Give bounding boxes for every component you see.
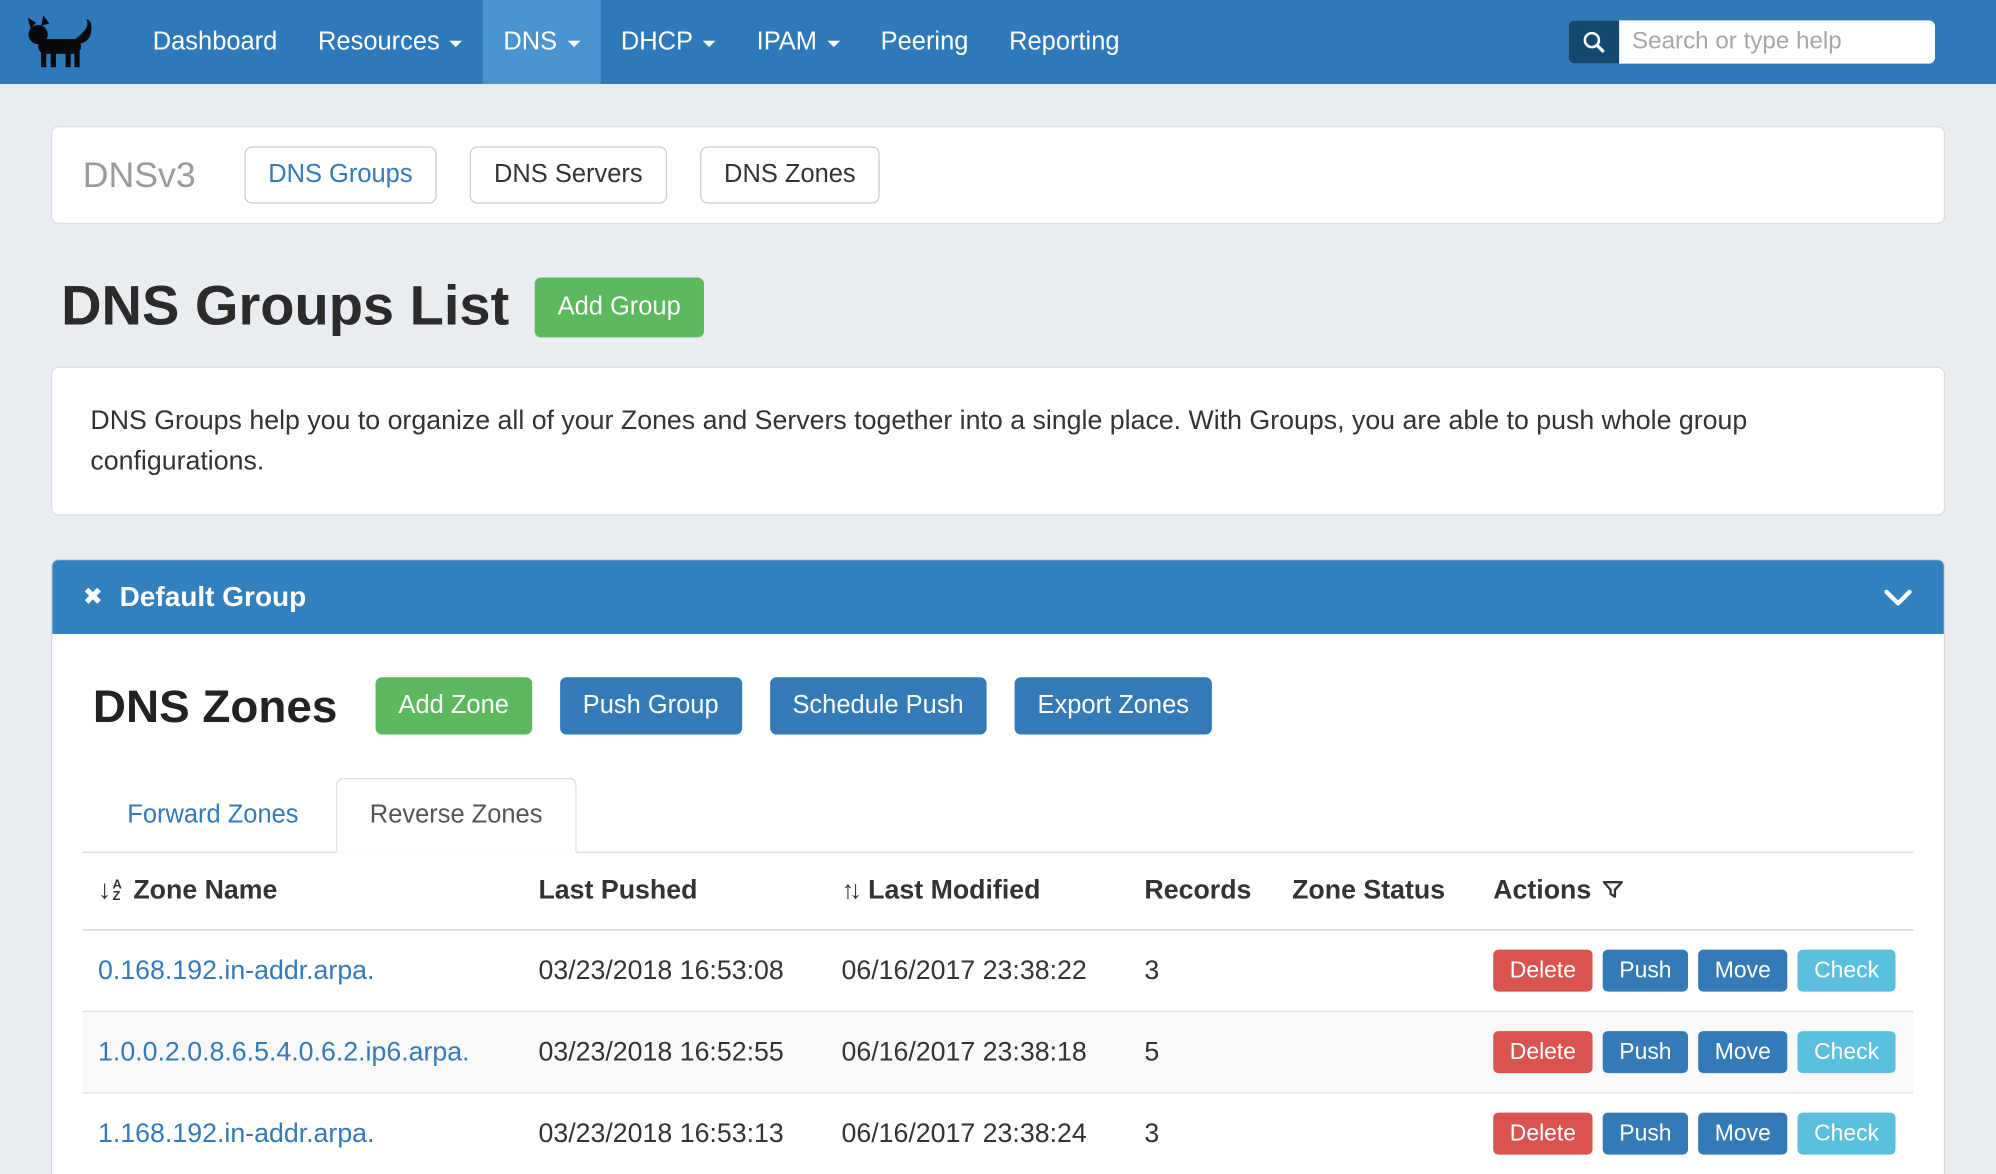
- cell-actions: Delete PushMove Check: [1483, 930, 1913, 1011]
- check-button[interactable]: Check: [1798, 1113, 1896, 1155]
- cell-last-pushed: 03/23/2018 16:53:08: [528, 930, 831, 1011]
- cell-zone-status: [1282, 1011, 1483, 1092]
- app: DashboardResourcesDNSDHCPIPAMPeeringRepo…: [0, 0, 1996, 1174]
- group-body: DNS Zones Add Zone Push Group Schedule Pus…: [52, 677, 1944, 1173]
- cell-zone-status: [1282, 930, 1483, 1011]
- push-button[interactable]: Push: [1603, 1113, 1688, 1155]
- col-records: Records: [1134, 853, 1282, 930]
- tab-forward-zones[interactable]: Forward Zones: [93, 778, 333, 853]
- zones-heading: DNS Zones: [93, 679, 337, 732]
- caret-down-icon: [450, 40, 463, 46]
- table-row: 1.168.192.in-addr.arpa. 03/23/2018 16:53…: [83, 1093, 1914, 1174]
- zone-link[interactable]: 1.168.192.in-addr.arpa.: [98, 1118, 374, 1147]
- caret-down-icon: [703, 40, 716, 46]
- caret-down-icon: [567, 40, 580, 46]
- subnav-button-dns-groups[interactable]: DNS Groups: [244, 146, 437, 203]
- top-navbar: DashboardResourcesDNSDHCPIPAMPeeringRepo…: [0, 0, 1996, 84]
- zones-heading-row: DNS Zones Add Zone Push Group Schedule Pus…: [83, 677, 1914, 734]
- chevron-down-icon[interactable]: [1883, 587, 1914, 606]
- move-button[interactable]: Move: [1698, 1113, 1787, 1155]
- tab-reverse-zones[interactable]: Reverse Zones: [335, 778, 576, 853]
- move-button[interactable]: Move: [1698, 950, 1787, 992]
- col-last-pushed: Last Pushed: [528, 853, 831, 930]
- move-button[interactable]: Move: [1698, 1031, 1787, 1073]
- group-header: ✖ Default Group: [52, 560, 1944, 634]
- cell-actions: Delete PushMove Check: [1483, 1011, 1913, 1092]
- cell-records: 3: [1134, 930, 1282, 1011]
- push-button[interactable]: Push: [1603, 1031, 1688, 1073]
- close-icon[interactable]: ✖: [83, 585, 103, 609]
- subnav-button-dns-servers[interactable]: DNS Servers: [470, 146, 667, 203]
- check-button[interactable]: Check: [1798, 950, 1896, 992]
- group-title: Default Group: [120, 580, 307, 613]
- delete-button[interactable]: Delete: [1493, 1113, 1592, 1155]
- zone-link[interactable]: 1.0.0.2.0.8.6.5.4.0.6.2.ip6.arpa.: [98, 1037, 470, 1066]
- caret-down-icon: [827, 40, 840, 46]
- nav-item-dashboard[interactable]: Dashboard: [132, 0, 297, 84]
- zone-action-buttons: Add Zone Push Group Schedule Push Export Zo…: [376, 677, 1212, 734]
- description-text: DNS Groups help you to organize all of y…: [90, 401, 1905, 481]
- sort-alpha-icon[interactable]: ↓AZ: [98, 876, 122, 907]
- col-last-modified[interactable]: ↑↓Last Modified: [831, 853, 1134, 930]
- zones-table: ↓AZZone Name Last Pushed ↑↓Last Modified…: [83, 853, 1914, 1174]
- nav-item-ipam[interactable]: IPAM: [736, 0, 860, 84]
- delete-button[interactable]: Delete: [1493, 1031, 1592, 1073]
- push-button[interactable]: Push: [1603, 950, 1688, 992]
- nav-item-reporting[interactable]: Reporting: [989, 0, 1140, 84]
- cell-records: 3: [1134, 1093, 1282, 1174]
- cat-logo-icon: [20, 11, 101, 72]
- cell-last-pushed: 03/23/2018 16:53:13: [528, 1093, 831, 1174]
- col-zone-status: Zone Status: [1282, 853, 1483, 930]
- page-title: DNS Groups List: [61, 275, 509, 339]
- cell-last-modified: 06/16/2017 23:38:24: [831, 1093, 1134, 1174]
- col-zone-name[interactable]: ↓AZZone Name: [83, 853, 529, 930]
- cell-records: 5: [1134, 1011, 1282, 1092]
- add-group-button[interactable]: Add Group: [535, 277, 704, 337]
- subnav-button-dns-zones[interactable]: DNS Zones: [700, 146, 880, 203]
- cell-last-pushed: 03/23/2018 16:52:55: [528, 1011, 831, 1092]
- zones-tabs: Forward ZonesReverse Zones: [83, 778, 1914, 853]
- nav-item-resources[interactable]: Resources: [298, 0, 483, 84]
- search-box: [1568, 20, 1935, 63]
- cell-actions: Delete PushMove Check: [1483, 1093, 1913, 1174]
- search-icon: [1581, 29, 1606, 54]
- brand-logo[interactable]: [0, 0, 122, 84]
- zones-table-body: 0.168.192.in-addr.arpa. 03/23/2018 16:53…: [83, 930, 1914, 1174]
- zone-link[interactable]: 0.168.192.in-addr.arpa.: [98, 955, 374, 984]
- main-nav: DashboardResourcesDNSDHCPIPAMPeeringRepo…: [132, 0, 1140, 84]
- add-zone-button[interactable]: Add Zone: [376, 677, 532, 734]
- delete-button[interactable]: Delete: [1493, 950, 1592, 992]
- table-row: 0.168.192.in-addr.arpa. 03/23/2018 16:53…: [83, 930, 1914, 1011]
- filter-icon[interactable]: [1601, 878, 1624, 901]
- search-button[interactable]: [1568, 20, 1619, 63]
- schedule-push-button[interactable]: Schedule Push: [770, 677, 987, 734]
- search-input[interactable]: [1619, 20, 1935, 63]
- table-row: 1.0.0.2.0.8.6.5.4.0.6.2.ip6.arpa. 03/23/…: [83, 1011, 1914, 1092]
- subnav-title: DNSv3: [83, 155, 196, 196]
- cell-last-modified: 06/16/2017 23:38:18: [831, 1011, 1134, 1092]
- nav-item-dhcp[interactable]: DHCP: [600, 0, 736, 84]
- check-button[interactable]: Check: [1798, 1031, 1896, 1073]
- default-group-panel: ✖ Default Group DNS Zones Add Zone Push G…: [51, 559, 1945, 1174]
- sort-icon[interactable]: ↑↓: [841, 877, 856, 905]
- nav-item-peering[interactable]: Peering: [860, 0, 988, 84]
- col-actions: Actions: [1483, 853, 1913, 930]
- page-title-row: DNS Groups List Add Group: [51, 275, 1945, 339]
- export-zones-button[interactable]: Export Zones: [1015, 677, 1212, 734]
- push-group-button[interactable]: Push Group: [560, 677, 742, 734]
- cell-last-modified: 06/16/2017 23:38:22: [831, 930, 1134, 1011]
- main-content: DNSv3 DNS Groups DNS Servers DNS Zones DNS…: [0, 126, 1996, 1174]
- description-panel: DNS Groups help you to organize all of y…: [51, 367, 1945, 516]
- subnav-buttons: DNS Groups DNS Servers DNS Zones: [244, 146, 880, 203]
- table-header-row: ↓AZZone Name Last Pushed ↑↓Last Modified…: [83, 853, 1914, 930]
- cell-zone-status: [1282, 1093, 1483, 1174]
- dns-subnav-panel: DNSv3 DNS Groups DNS Servers DNS Zones: [51, 126, 1945, 224]
- nav-item-dns[interactable]: DNS: [483, 0, 600, 84]
